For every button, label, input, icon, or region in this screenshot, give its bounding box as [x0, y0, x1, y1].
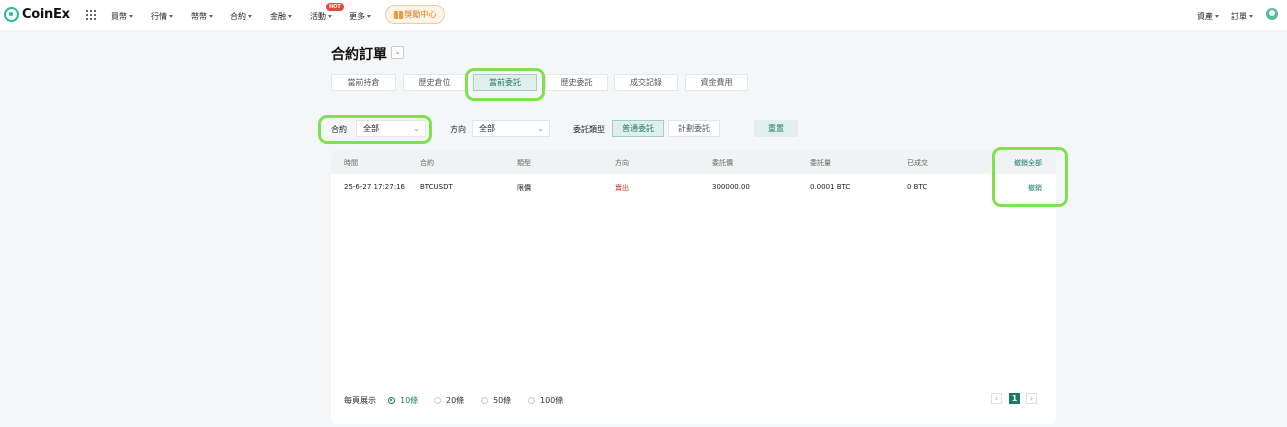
tab-funding-fees[interactable]: 資金費用 [685, 74, 748, 91]
menu-orders[interactable]: 訂單 [1231, 11, 1253, 22]
header-filled: 已成交 [907, 159, 928, 167]
order-type-normal[interactable]: 普通委託 [612, 120, 664, 137]
highlight-cancel-actions [992, 147, 1068, 207]
page-title: 合約訂單 [331, 47, 387, 63]
header-type: 類型 [517, 159, 531, 167]
menu-finance[interactable]: 金融 [270, 11, 292, 22]
order-type-plan[interactable]: 計劃委託 [668, 120, 720, 137]
header-side: 方向 [615, 159, 629, 167]
chevron-down-icon [288, 15, 292, 18]
cell-side: 賣出 [615, 184, 629, 192]
chevron-down-icon [169, 15, 173, 18]
chevron-down-icon [328, 15, 332, 18]
coinex-logo-icon [4, 7, 19, 22]
coinex-logo[interactable]: CoinEx [4, 7, 70, 22]
chevron-down-icon [248, 15, 252, 18]
tab-position-history[interactable]: 歷史倉位 [403, 74, 466, 91]
radio-icon [481, 397, 488, 404]
direction-filter-label: 方向 [450, 125, 466, 134]
tab-trade-history[interactable]: 成交記錄 [614, 74, 678, 91]
logo-text: CoinEx [22, 7, 70, 22]
chevron-down-icon [1215, 15, 1219, 18]
chevron-down-icon [129, 15, 133, 18]
apps-grid-icon[interactable] [86, 10, 96, 20]
orders-table: 時間 合約 類型 方向 委託價 委託量 已成交 撤銷全部 25-6-27 17:… [331, 150, 1056, 424]
title-dropdown-button[interactable]: ⌄ [391, 46, 404, 59]
table-header: 時間 合約 類型 方向 委託價 委託量 已成交 撤銷全部 [331, 150, 1056, 174]
per-page-20[interactable]: 20條 [434, 395, 464, 406]
chevron-down-icon: ⌄ [394, 48, 401, 56]
per-page-label: 每頁展示 [344, 396, 376, 405]
menu-futures[interactable]: 合約 [230, 11, 252, 22]
radio-icon [388, 397, 395, 404]
chevron-right-icon: › [1029, 394, 1034, 403]
menu-more[interactable]: 更多 [349, 11, 371, 22]
cell-amount: 0.0001 BTC [810, 183, 851, 191]
next-page-button[interactable]: › [1026, 393, 1037, 404]
menu-markets[interactable]: 行情 [151, 11, 173, 22]
menu-buy-crypto[interactable]: 買幣 [111, 11, 133, 22]
prev-page-button[interactable]: ‹ [991, 393, 1002, 404]
header-contract: 合約 [420, 159, 434, 167]
menu-spot[interactable]: 幣幣 [191, 11, 213, 22]
header-amount: 委託量 [810, 159, 831, 167]
header-price: 委託價 [712, 159, 733, 167]
header-time: 時間 [344, 159, 358, 167]
current-page[interactable]: 1 [1009, 393, 1020, 404]
cell-time: 25-6-27 17:27:16 [344, 183, 405, 191]
per-page-50[interactable]: 50條 [481, 395, 511, 406]
chevron-down-icon: ⌄ [537, 124, 544, 133]
tab-order-history[interactable]: 歷史委託 [545, 74, 608, 91]
menu-assets[interactable]: 資產 [1197, 11, 1219, 22]
cell-filled: 0 BTC [907, 183, 928, 191]
radio-icon [434, 397, 441, 404]
direction-select[interactable]: 全部 ⌄ [472, 120, 550, 137]
radio-icon [528, 397, 535, 404]
hot-badge: HOT [326, 3, 344, 11]
reset-button[interactable]: 重置 [754, 120, 798, 137]
menu-activities[interactable]: 活動 [310, 11, 332, 22]
top-nav: CoinEx 買幣 行情 幣幣 合約 金融 活動 HOT 更多 獎勵中心 資產 … [0, 0, 1287, 30]
per-page-100[interactable]: 100條 [528, 395, 563, 406]
reward-center-button[interactable]: 獎勵中心 [385, 5, 445, 24]
chevron-down-icon [209, 15, 213, 18]
chevron-left-icon: ‹ [994, 394, 999, 403]
cell-price: 300000.00 [712, 183, 750, 191]
per-page-10[interactable]: 10條 [388, 395, 418, 406]
highlight-current-orders-tab [465, 68, 545, 101]
highlight-contract-filter [318, 115, 432, 144]
cell-type: 限價 [517, 184, 531, 192]
gift-icon [393, 10, 403, 19]
chevron-down-icon [367, 15, 371, 18]
chevron-down-icon [1249, 15, 1253, 18]
tab-current-positions[interactable]: 當前持倉 [331, 74, 396, 91]
cell-contract: BTCUSDT [420, 183, 453, 191]
avatar[interactable] [1266, 8, 1278, 20]
order-type-label: 委託類型 [573, 125, 605, 134]
